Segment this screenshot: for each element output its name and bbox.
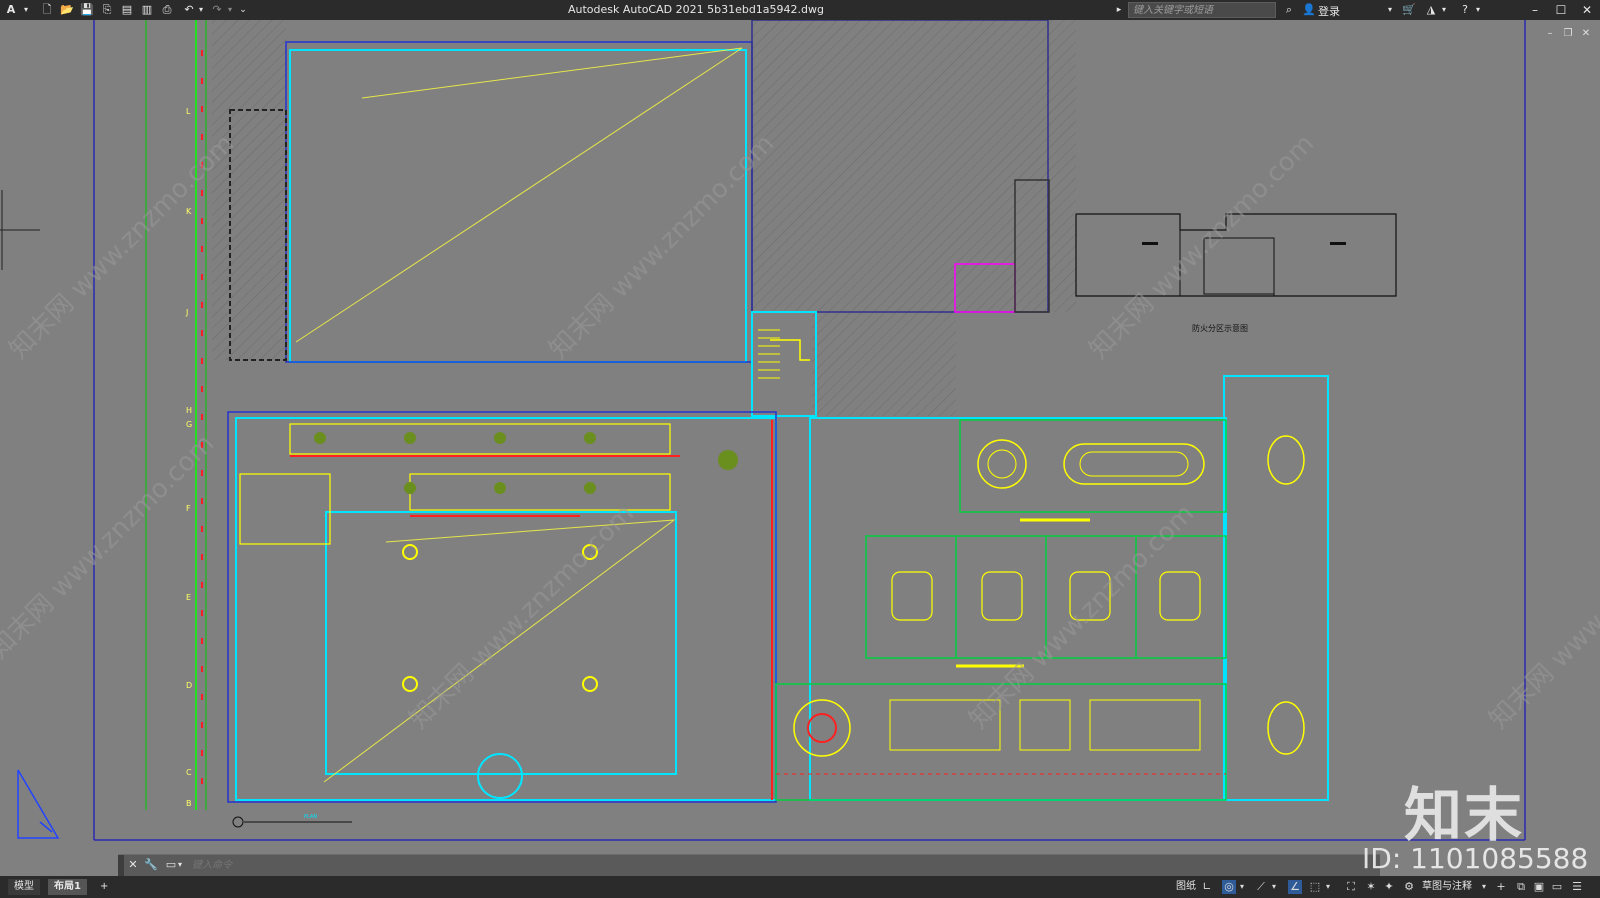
customize-icon[interactable]: 🔧 (144, 858, 158, 872)
save-icon[interactable]: 💾 (80, 3, 94, 17)
select-cycling-icon[interactable]: ⬚ (1308, 880, 1322, 894)
paper-space-button[interactable]: 图纸 (1176, 880, 1196, 894)
grid-label: D (186, 681, 192, 690)
auto-scale-icon[interactable]: ✦ (1382, 880, 1396, 894)
grid-label: J (185, 308, 188, 317)
polar-dropdown-icon[interactable]: ▾ (1238, 880, 1246, 894)
minimize-icon[interactable]: – (1526, 2, 1544, 18)
polar-tracking-icon[interactable]: ◎ (1222, 880, 1236, 894)
drawing-canvas[interactable]: L K J H G F E D C B 防火分区示意图 PLAN 知末网 www… (0, 20, 1600, 854)
add-layout-button[interactable]: + (94, 879, 114, 895)
watermark-id: ID: 1101085588 (1362, 842, 1589, 875)
status-bar: 模型 布局1 + 图纸 ∟ ◎ ▾ ⟋ ▾ ∠ ⬚ ▾ ⛶ ✶ ✦ ⚙ 草图与注… (0, 876, 1600, 898)
help-icon[interactable]: ? (1458, 3, 1472, 17)
recent-commands-dropdown-icon[interactable]: ▾ (176, 858, 184, 872)
window-title: Autodesk AutoCAD 2021 5b31ebd1a5942.dwg (568, 3, 824, 16)
app-logo-icon[interactable]: A (4, 3, 18, 17)
grid-label: G (186, 420, 192, 429)
user-icon[interactable]: 👤 (1302, 3, 1316, 17)
watermark-text: 知末网 www.znzmo.com (964, 499, 1200, 735)
ucs-icon (17, 769, 60, 839)
help-dropdown-icon[interactable]: ▾ (1474, 3, 1482, 17)
search-expand-icon[interactable]: ▸ (1114, 3, 1124, 17)
grid-label: K (186, 207, 192, 216)
title-bar: A ▾ 🗋 📂 💾 ⎘ ▤ ▥ ⎙ ↶ ▾ ↷ ▾ ⌄ Autodesk Aut… (0, 0, 1600, 20)
tab-layout1[interactable]: 布局1 (48, 879, 87, 895)
maximize-icon[interactable]: ☐ (1552, 2, 1570, 18)
a360-icon[interactable]: ◮ (1424, 3, 1438, 17)
qat-dropdown-icon[interactable]: ⌄ (238, 3, 248, 17)
workspace-gear-icon[interactable]: ⚙ (1402, 880, 1416, 894)
undo-icon[interactable]: ↶ (182, 3, 196, 17)
right-wing-rooms (775, 375, 1329, 801)
redo-icon[interactable]: ↷ (210, 3, 224, 17)
redo-dropdown-icon[interactable]: ▾ (226, 3, 234, 17)
annotation-monitor-icon[interactable]: + (1494, 880, 1508, 894)
grid-snap-icon[interactable]: ∟ (1200, 880, 1214, 894)
login-dropdown-icon[interactable]: ▾ (1386, 3, 1394, 17)
login-button[interactable]: 登录 (1318, 3, 1340, 19)
grid-label: C (186, 768, 192, 777)
close-icon[interactable]: ✕ (1578, 2, 1596, 18)
floor-plan-drawing[interactable]: L K J H G F E D C B 防火分区示意图 PLAN 知末网 www… (0, 20, 1600, 854)
annotation-visibility-icon[interactable]: ⛶ (1344, 880, 1358, 894)
osnap-dropdown-icon[interactable]: ▾ (1270, 880, 1278, 894)
search-input[interactable]: 键入关键字或短语 (1128, 2, 1276, 18)
command-line: ✕ 🔧 ▭ ▾ (118, 854, 1380, 877)
object-snap-icon[interactable]: ∠ (1288, 880, 1302, 894)
a360-dropdown-icon[interactable]: ▾ (1440, 3, 1448, 17)
new-icon[interactable]: 🗋 (40, 3, 54, 17)
viewport-minimize-icon[interactable]: – (1544, 28, 1556, 40)
save-as-icon[interactable]: ⎘ (100, 3, 114, 17)
grid-label: F (186, 504, 191, 513)
clean-screen-icon[interactable]: ▭ (1550, 880, 1564, 894)
print-icon[interactable]: ⎙ (160, 3, 174, 17)
osnap-tracking-icon[interactable]: ⟋ (1254, 880, 1268, 894)
watermark-text: 知末网 www.znzmo.com (404, 499, 640, 735)
publish-icon[interactable]: ▤ (120, 3, 134, 17)
hardware-acceleration-icon[interactable]: ▣ (1532, 880, 1546, 894)
grid-label: H (186, 406, 192, 415)
isolate-objects-icon[interactable]: ⧉ (1514, 880, 1528, 894)
plot-preview-icon[interactable]: ▥ (140, 3, 154, 17)
workspace-switch-button[interactable]: 草图与注释 (1422, 880, 1472, 894)
close-icon[interactable]: ✕ (126, 858, 140, 872)
fire-zone-label: 防火分区示意图 (1192, 323, 1248, 333)
upper-left-room (229, 41, 753, 363)
viewport-restore-icon[interactable]: ❐ (1562, 28, 1574, 40)
tab-model[interactable]: 模型 (8, 879, 40, 895)
select-dropdown-icon[interactable]: ▾ (1324, 880, 1332, 894)
cart-icon[interactable]: 🛒 (1402, 3, 1416, 17)
grid-label: L (186, 107, 191, 116)
app-menu-chevron-icon[interactable]: ▾ (22, 3, 30, 17)
watermark-logo: 知末 (1404, 781, 1525, 849)
workspace-dropdown-icon[interactable]: ▾ (1480, 880, 1488, 894)
command-input[interactable] (188, 857, 1373, 874)
customization-menu-icon[interactable]: ☰ (1570, 880, 1584, 894)
search-icon[interactable]: ⌕ (1282, 3, 1296, 17)
open-icon[interactable]: 📂 (60, 3, 74, 17)
annotation-scale-icon[interactable]: ✶ (1364, 880, 1378, 894)
viewport-close-icon[interactable]: ✕ (1580, 28, 1592, 40)
watermark-text: 知末网 www.znzmo.com (1484, 499, 1600, 735)
watermark-text: 知末网 www.znzmo.com (0, 429, 220, 665)
watermark-text: 知末网 www.znzmo.com (544, 129, 780, 365)
watermark-text: 知末网 www.znzmo.com (4, 129, 240, 365)
grid-label: B (186, 799, 192, 808)
command-line-grip[interactable] (118, 855, 124, 877)
grid-label: E (186, 593, 191, 602)
undo-dropdown-icon[interactable]: ▾ (197, 3, 205, 17)
scale-bar-label: PLAN (304, 814, 317, 820)
